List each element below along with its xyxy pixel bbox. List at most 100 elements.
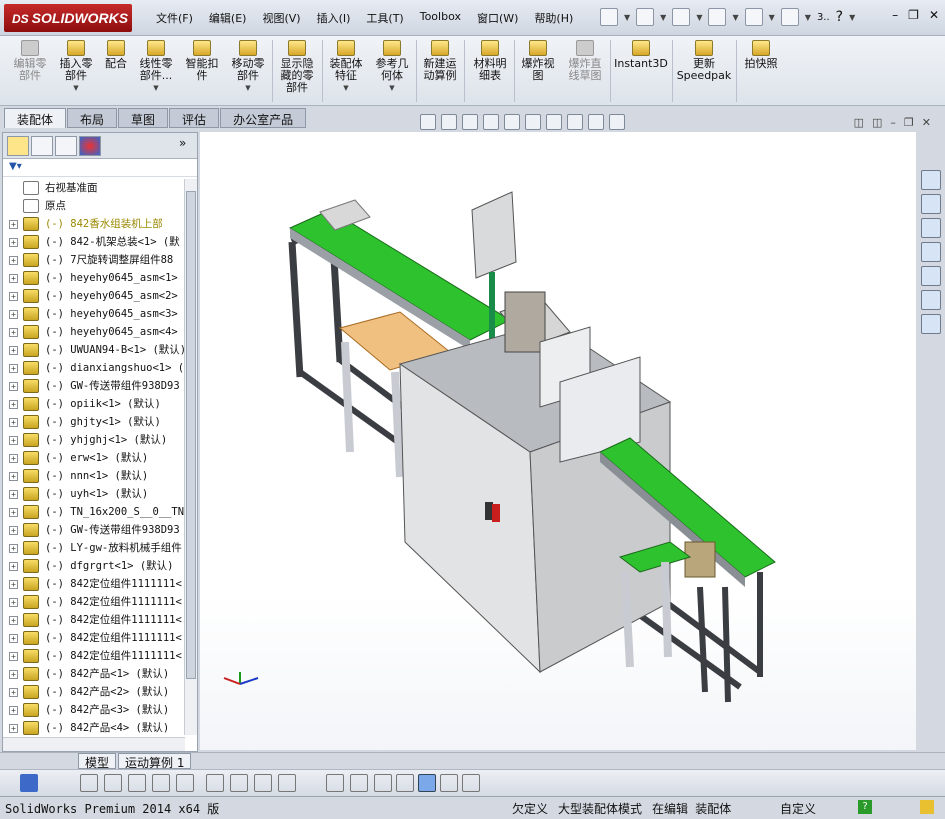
- expand-icon[interactable]: +: [9, 238, 18, 247]
- expand-icon[interactable]: +: [9, 526, 18, 535]
- section-view-icon[interactable]: [483, 114, 499, 130]
- expand-icon[interactable]: +: [9, 220, 18, 229]
- menu-window[interactable]: 窗口(W): [469, 10, 526, 26]
- tree-item[interactable]: + (-) 842定位组件1111111<: [3, 629, 185, 647]
- undo-icon[interactable]: [744, 8, 763, 26]
- view-settings-icon[interactable]: [609, 114, 625, 130]
- view-palette-icon[interactable]: [921, 266, 941, 286]
- tree-item[interactable]: + (-) 842定位组件1111111<: [3, 593, 185, 611]
- previous-view-icon[interactable]: [462, 114, 478, 130]
- explode-line-sketch-button[interactable]: 爆炸直 线草图: [562, 40, 608, 82]
- doc-close-icon[interactable]: ✕: [922, 116, 931, 129]
- instant3d-button[interactable]: Instant3D: [612, 40, 670, 70]
- expand-icon[interactable]: +: [9, 400, 18, 409]
- expand-icon[interactable]: +: [9, 670, 18, 679]
- expand-icon[interactable]: +: [9, 652, 18, 661]
- zoom-to-fit-icon[interactable]: [420, 114, 436, 130]
- relation-icon[interactable]: [230, 774, 248, 792]
- hide-show-items-icon[interactable]: [546, 114, 562, 130]
- graphics-area[interactable]: [200, 132, 916, 750]
- menu-insert[interactable]: 插入(I): [309, 10, 359, 26]
- expand-icon[interactable]: +: [9, 436, 18, 445]
- tree-item[interactable]: + (-) 7尺旋转调整屏组件88: [3, 251, 185, 269]
- expand-icon[interactable]: +: [9, 580, 18, 589]
- doc-restore-icon[interactable]: ❐: [904, 116, 914, 129]
- expand-icon[interactable]: +: [9, 292, 18, 301]
- angle-icon[interactable]: [176, 774, 194, 792]
- tab-evaluate[interactable]: 评估: [169, 108, 220, 128]
- tab-motion-study[interactable]: 运动算例 1: [118, 753, 192, 770]
- tree-item[interactable]: + (-) ghjty<1> (默认): [3, 413, 185, 431]
- tree-item[interactable]: + (-) 842产品<3> (默认): [3, 701, 185, 719]
- menu-view[interactable]: 视图(V): [254, 10, 308, 26]
- edit-appearance-icon[interactable]: [567, 114, 583, 130]
- expand-icon[interactable]: +: [9, 562, 18, 571]
- tree-item[interactable]: + (-) 842定位组件1111111<: [3, 575, 185, 593]
- tree-item[interactable]: + (-) nnn<1> (默认): [3, 467, 185, 485]
- appearances-icon[interactable]: [921, 290, 941, 310]
- box-icon[interactable]: [396, 774, 414, 792]
- expand-icon[interactable]: +: [9, 490, 18, 499]
- new-motion-study-button[interactable]: 新建运 动算例: [418, 40, 462, 82]
- expand-icon[interactable]: +: [9, 544, 18, 553]
- offset-icon[interactable]: [254, 774, 272, 792]
- tree-item[interactable]: + (-) 842定位组件1111111<: [3, 647, 185, 665]
- apply-scene-icon[interactable]: [588, 114, 604, 130]
- file-explorer-icon[interactable]: [921, 242, 941, 262]
- expand-icon[interactable]: +: [9, 328, 18, 337]
- corner-icon[interactable]: [278, 774, 296, 792]
- menu-toolbox[interactable]: Toolbox: [412, 10, 469, 26]
- design-library-icon[interactable]: [921, 218, 941, 238]
- restore-icon[interactable]: ❐: [908, 8, 919, 22]
- tree-vertical-scrollbar[interactable]: [184, 179, 197, 735]
- expand-icon[interactable]: +: [9, 364, 18, 373]
- open-folder-icon[interactable]: [636, 8, 655, 26]
- scrollbar-thumb[interactable]: [186, 191, 196, 679]
- tree-item[interactable]: + (-) heyehy0645_asm<1> (: [3, 269, 185, 287]
- tab-assembly[interactable]: 装配体: [4, 108, 67, 128]
- expand-icon[interactable]: +: [9, 616, 18, 625]
- print-icon[interactable]: [708, 8, 727, 26]
- table-icon[interactable]: [462, 774, 480, 792]
- tree-horizontal-scrollbar[interactable]: [3, 737, 185, 751]
- expand-icon[interactable]: +: [9, 418, 18, 427]
- menu-file[interactable]: 文件(F): [148, 10, 201, 26]
- close-icon[interactable]: ✕: [929, 8, 939, 22]
- tree-item[interactable]: + (-) heyehy0645_asm<3> (: [3, 305, 185, 323]
- solidworks-resources-icon[interactable]: [921, 170, 941, 190]
- filter-icon[interactable]: ▼▾: [3, 159, 197, 177]
- snap-icon[interactable]: [374, 774, 392, 792]
- display-manager-tab-icon[interactable]: [79, 136, 101, 156]
- help-icon[interactable]: ?: [836, 9, 843, 25]
- tree-item[interactable]: + (-) LY-gw-放料机械手组件: [3, 539, 185, 557]
- tree-item[interactable]: + (-) dianxiangshuo<1> (默: [3, 359, 185, 377]
- tab-sketch[interactable]: 草图: [118, 108, 169, 128]
- camera-icon[interactable]: [440, 774, 458, 792]
- tree-item[interactable]: + (-) uyh<1> (默认): [3, 485, 185, 503]
- tree-item[interactable]: + (-) dfgrgrt<1> (默认): [3, 557, 185, 575]
- tile-left-icon[interactable]: ◫: [854, 116, 864, 129]
- assembly-features-button[interactable]: 装配体 特征 ▼: [324, 40, 368, 94]
- tree-item[interactable]: + (-) 842产品<2> (默认): [3, 683, 185, 701]
- display-style-icon[interactable]: [525, 114, 541, 130]
- expand-icon[interactable]: +: [9, 346, 18, 355]
- rebuild-label[interactable]: 3..: [817, 12, 830, 23]
- tree-item[interactable]: + (-) 842-机架总装<1> (默: [3, 233, 185, 251]
- exploded-view-button[interactable]: 爆炸视 图: [516, 40, 560, 82]
- expand-icon[interactable]: +: [9, 508, 18, 517]
- tree-item[interactable]: + (-) 842香水组装机上部: [3, 215, 185, 233]
- tree-item[interactable]: + (-) GW-传送带组件938D93: [3, 521, 185, 539]
- tree-item[interactable]: + (-) UWUAN94-B<1> (默认): [3, 341, 185, 359]
- new-document-icon[interactable]: [600, 8, 618, 26]
- custom-properties-icon[interactable]: [921, 314, 941, 334]
- expand-icon[interactable]: +: [9, 724, 18, 733]
- tab-model[interactable]: 模型: [78, 753, 117, 770]
- expand-icon[interactable]: +: [9, 472, 18, 481]
- take-snapshot-button[interactable]: 拍快照: [738, 40, 784, 70]
- expand-icon[interactable]: +: [9, 256, 18, 265]
- align-icon[interactable]: [326, 774, 344, 792]
- point-icon[interactable]: [128, 774, 146, 792]
- menu-help[interactable]: 帮助(H): [526, 10, 581, 26]
- tree-item[interactable]: 右视基准面: [3, 179, 185, 197]
- minimize-icon[interactable]: –: [892, 8, 898, 22]
